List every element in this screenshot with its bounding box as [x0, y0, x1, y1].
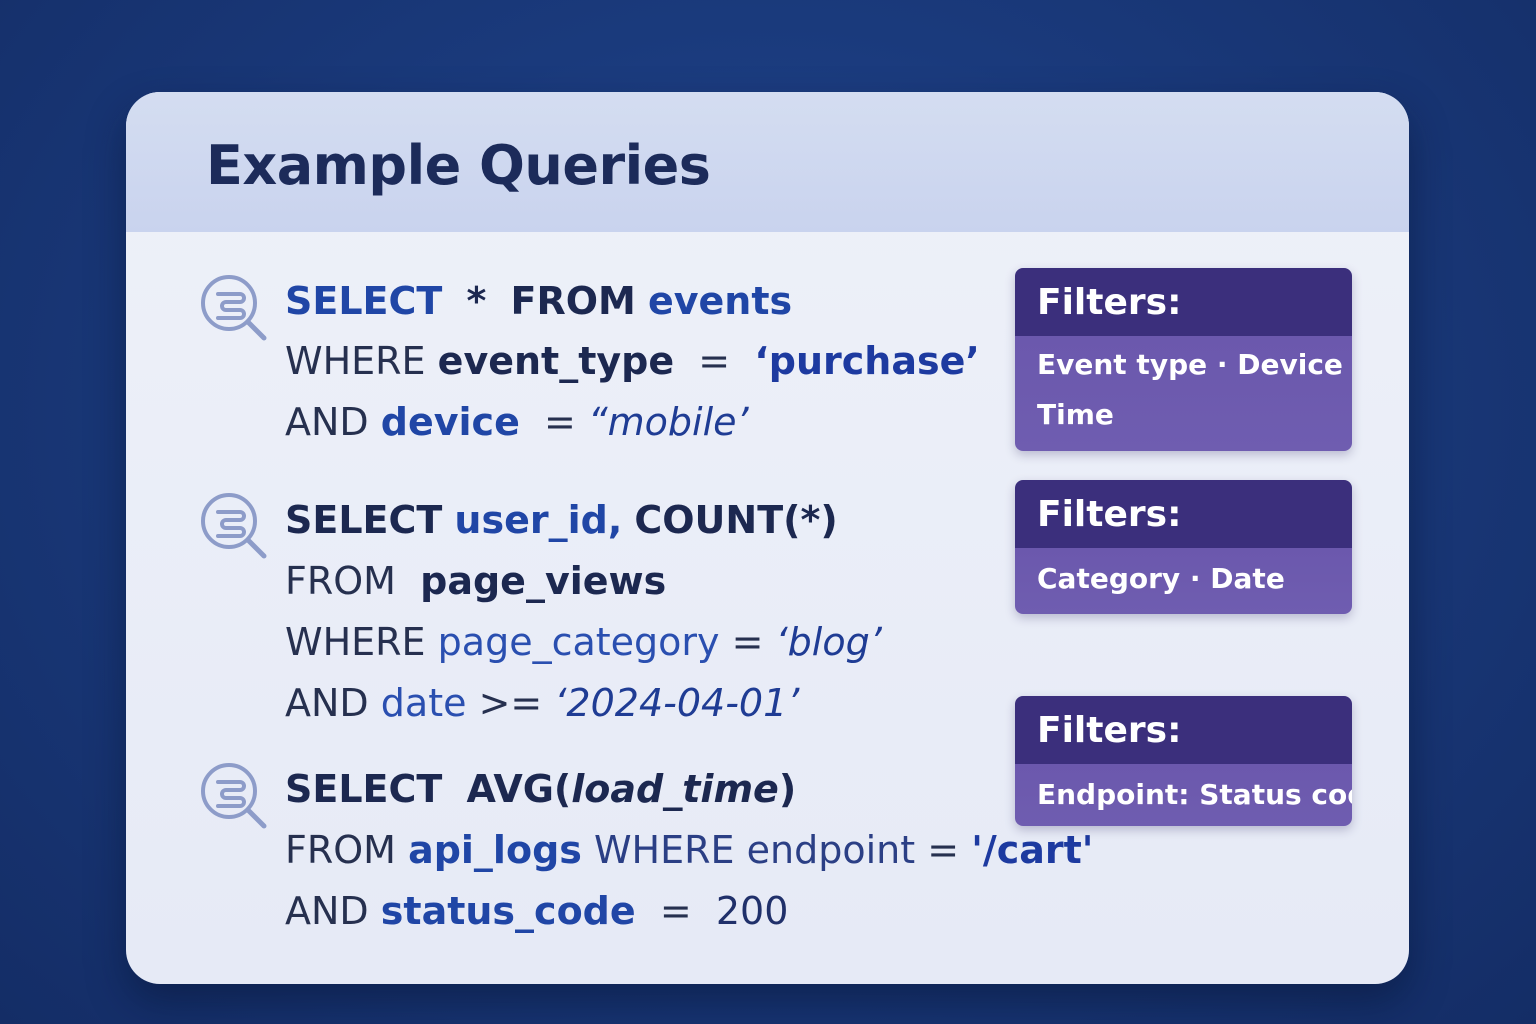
sql-column: load_time: [571, 767, 779, 811]
sql-function: AVG(: [466, 767, 572, 811]
sql-keyword: WHERE: [285, 339, 426, 383]
search-database-icon: [201, 763, 267, 829]
sql-string: ‘2024-04-01’: [554, 681, 800, 725]
sql-operator: =: [731, 620, 764, 664]
filter-panel-3: Filters: Endpoint: Status code: [1015, 696, 1352, 826]
query-1-line-3: AND device = “mobile’: [285, 399, 749, 445]
sql-string: ‘purchase’: [754, 339, 980, 383]
query-3-line-1: SELECT AVG(load_time): [285, 766, 796, 812]
sql-operator: =: [927, 828, 960, 872]
sql-keyword: FROM: [285, 559, 396, 603]
query-3-line-2: FROM api_logs WHERE endpoint = '/cart': [285, 827, 1093, 873]
sql-table: page_views: [420, 559, 667, 603]
sql-string: ‘blog’: [775, 620, 882, 664]
query-2-line-2: FROM page_views: [285, 558, 666, 604]
filter-body: Endpoint: Status code: [1015, 764, 1352, 826]
search-database-icon: [201, 493, 267, 559]
sql-column: endpoint: [746, 828, 916, 872]
sql-string: “mobile’: [587, 400, 749, 444]
sql-column: page_category: [437, 620, 720, 664]
page-title: Example Queries: [206, 134, 711, 197]
sql-keyword: WHERE: [285, 620, 426, 664]
sql-symbol: ): [778, 767, 797, 811]
sql-column: event_type: [437, 339, 675, 383]
sql-keyword: AND: [285, 681, 369, 725]
sql-keyword: WHERE: [593, 828, 735, 872]
query-2-line-4: AND date >= ‘2024-04-01’: [285, 680, 799, 726]
sql-string: '/cart': [971, 828, 1094, 872]
query-2-line-3: WHERE page_category = ‘blog’: [285, 619, 882, 665]
sql-keyword: FROM: [510, 279, 636, 323]
filter-panel-1: Filters: Event type · Device Time: [1015, 268, 1352, 451]
sql-column: device: [380, 400, 520, 444]
sql-keyword: AND: [285, 400, 369, 444]
sql-column: date: [380, 681, 467, 725]
sql-operator: =: [659, 889, 692, 933]
sql-keyword: FROM: [285, 828, 396, 872]
sql-column: user_id,: [454, 498, 623, 542]
sql-symbol: *: [466, 279, 487, 323]
sql-keyword: SELECT: [285, 767, 443, 811]
example-queries-card: Example Queries SELECT * FROM events WHE…: [126, 92, 1409, 984]
sql-column: status_code: [380, 889, 636, 933]
sql-function: COUNT(*): [634, 498, 838, 542]
query-1-line-1: SELECT * FROM events: [285, 278, 792, 324]
sql-operator: >=: [478, 681, 543, 725]
card-header: Example Queries: [126, 92, 1409, 232]
sql-table: api_logs: [408, 828, 582, 872]
filter-body: Event type · Device Time: [1015, 336, 1352, 451]
sql-operator: =: [698, 339, 731, 383]
sql-table: events: [647, 279, 793, 323]
query-1-line-2: WHERE event_type = ‘purchase’: [285, 338, 980, 384]
sql-operator: =: [544, 400, 576, 444]
search-database-icon: [201, 275, 267, 341]
filter-heading: Filters:: [1015, 268, 1352, 336]
query-3-line-3: AND status_code = 200: [285, 888, 788, 934]
sql-number: 200: [715, 889, 789, 933]
query-2-line-1: SELECT user_id, COUNT(*): [285, 497, 838, 543]
filter-row: Event type · Device: [1037, 348, 1343, 381]
filter-row: Endpoint: Status code: [1037, 778, 1352, 811]
filter-heading: Filters:: [1015, 480, 1352, 548]
sql-keyword: AND: [285, 889, 369, 933]
sql-keyword: SELECT: [285, 498, 443, 542]
filter-row: Category · Date: [1037, 562, 1285, 595]
filter-heading: Filters:: [1015, 696, 1352, 764]
sql-keyword: SELECT: [285, 279, 443, 323]
filter-body: Category · Date: [1015, 548, 1352, 614]
filter-row: Time: [1037, 398, 1114, 431]
filter-panel-2: Filters: Category · Date: [1015, 480, 1352, 614]
